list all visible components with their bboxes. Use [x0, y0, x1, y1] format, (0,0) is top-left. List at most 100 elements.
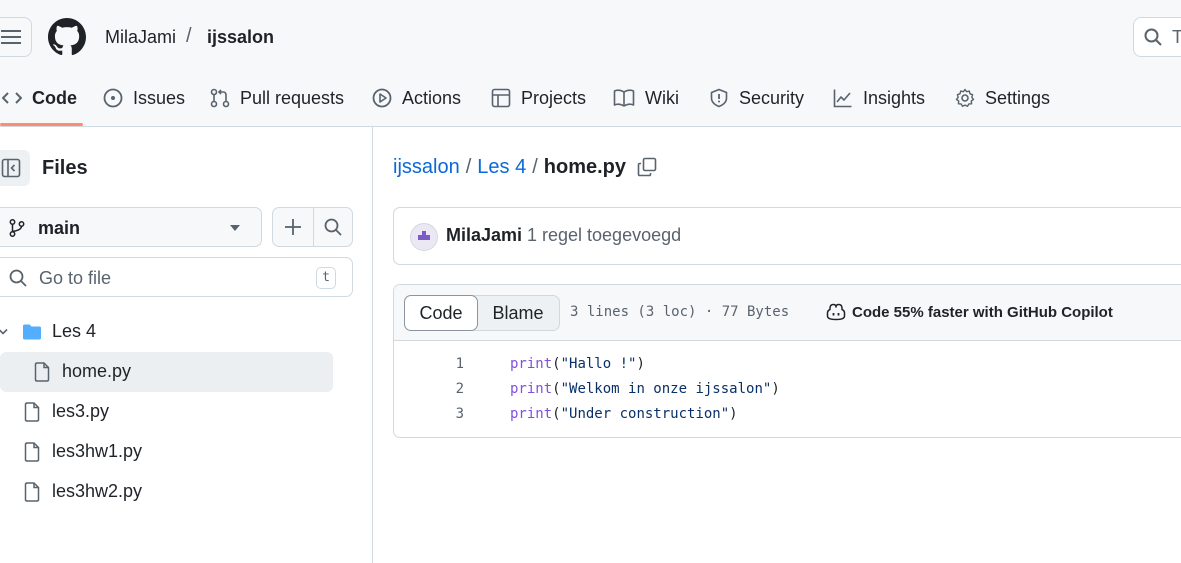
- copilot-promo-link[interactable]: Code 55% faster with GitHub Copilot: [826, 303, 1113, 321]
- tree-file-home-py[interactable]: home.py: [0, 352, 333, 392]
- files-title: Files: [42, 157, 88, 179]
- branch-name: main: [38, 218, 81, 238]
- file-header: Code Blame 3 lines (3 loc) · 77 Bytes Co…: [394, 285, 1181, 341]
- avatar[interactable]: [410, 223, 438, 251]
- file-icon: [24, 402, 40, 422]
- repo-header: MilaJami / ijssalon T Code Issues Pull r…: [0, 0, 1181, 127]
- repo-name-link[interactable]: ijssalon: [207, 27, 274, 48]
- blame-view-button[interactable]: Blame: [477, 296, 559, 330]
- tab-security-label: Security: [739, 87, 805, 108]
- tab-projects[interactable]: Projects: [491, 78, 586, 118]
- search-icon: [1144, 28, 1162, 46]
- tab-code[interactable]: Code: [2, 78, 77, 118]
- search-input[interactable]: T: [1133, 17, 1181, 57]
- line-number[interactable]: 1: [394, 356, 464, 372]
- code-paren: (: [552, 381, 561, 397]
- avatar-identicon-icon: [418, 231, 430, 240]
- line-number[interactable]: 2: [394, 381, 464, 397]
- tab-wiki[interactable]: Wiki: [613, 78, 679, 118]
- play-icon: [372, 88, 392, 108]
- tab-insights[interactable]: Insights: [833, 78, 925, 118]
- copy-path-button[interactable]: [637, 157, 657, 177]
- breadcrumb: ijssalon / Les 4 / home.py: [393, 156, 626, 179]
- menu-button[interactable]: [0, 17, 32, 57]
- tab-code-label: Code: [32, 87, 77, 108]
- code-paren: (: [552, 356, 561, 372]
- hamburger-icon: [1, 30, 21, 44]
- tree-file-les3hw1-py[interactable]: les3hw1.py: [0, 432, 333, 472]
- repo-owner-link[interactable]: MilaJami: [105, 27, 176, 48]
- copy-icon: [637, 157, 657, 177]
- go-to-file-input[interactable]: Go to file t: [0, 257, 353, 297]
- tree-file-les3-py[interactable]: les3.py: [0, 392, 333, 432]
- book-icon: [613, 89, 635, 107]
- tree-item-label: les3hw2.py: [52, 481, 143, 501]
- file-meta: 3 lines (3 loc) · 77 Bytes: [570, 304, 790, 320]
- code-line: 2 print("Welkom in onze ijssalon"): [394, 378, 1181, 403]
- gear-icon: [955, 88, 975, 107]
- code-paren: ): [729, 406, 738, 422]
- tab-issues-label: Issues: [133, 87, 186, 108]
- branch-selector[interactable]: main: [0, 207, 262, 247]
- table-icon: [491, 88, 511, 108]
- search-files-button[interactable]: [314, 208, 352, 246]
- sidebar-divider[interactable]: [372, 127, 373, 563]
- tree-file-les3hw2-py[interactable]: les3hw2.py: [0, 472, 333, 512]
- copilot-promo-text: Code 55% faster with GitHub Copilot: [852, 303, 1113, 321]
- code-function: print: [510, 381, 553, 397]
- chevron-down-icon: [0, 328, 8, 335]
- line-number[interactable]: 3: [394, 406, 464, 422]
- file-icon: [24, 482, 40, 502]
- tab-actions-label: Actions: [402, 87, 462, 108]
- code-icon: [2, 92, 22, 104]
- tree-item-label: les3hw1.py: [52, 441, 143, 461]
- shield-icon: [710, 88, 728, 108]
- breadcrumb-repo-link[interactable]: ijssalon: [393, 156, 460, 179]
- pull-request-icon: [210, 88, 230, 108]
- code-listing: 1 print("Hallo !") 2 print("Welkom in on…: [394, 353, 1181, 428]
- tab-settings[interactable]: Settings: [955, 78, 1050, 118]
- code-function: print: [510, 406, 553, 422]
- tree-item-label: home.py: [62, 361, 132, 381]
- search-placeholder: T: [1172, 27, 1181, 47]
- tab-projects-label: Projects: [521, 87, 587, 108]
- search-icon: [9, 269, 27, 287]
- line-content: print("Under construction"): [510, 406, 738, 422]
- code-function: print: [510, 356, 553, 372]
- code-line: 3 print("Under construction"): [394, 403, 1181, 428]
- tab-wiki-label: Wiki: [645, 87, 679, 108]
- folder-icon: [23, 324, 41, 340]
- code-paren: ): [636, 356, 645, 372]
- code-view-label: Code: [419, 302, 463, 323]
- add-file-button[interactable]: [273, 208, 313, 246]
- line-content: print("Welkom in onze ijssalon"): [510, 381, 780, 397]
- git-branch-icon: [9, 219, 25, 237]
- collapse-file-tree-button[interactable]: [0, 150, 30, 186]
- tree-folder-les4[interactable]: Les 4: [0, 312, 333, 352]
- tab-insights-label: Insights: [863, 87, 926, 108]
- go-to-file-placeholder: Go to file: [39, 268, 112, 288]
- tab-security[interactable]: Security: [709, 78, 804, 118]
- file-viewer: Code Blame 3 lines (3 loc) · 77 Bytes Co…: [393, 284, 1181, 438]
- tab-issues[interactable]: Issues: [103, 78, 185, 118]
- copilot-icon: [826, 303, 846, 321]
- tab-pull-requests[interactable]: Pull requests: [210, 78, 344, 118]
- code-string: "Welkom in onze ijssalon": [560, 381, 772, 397]
- github-logo-icon[interactable]: [48, 18, 86, 56]
- tree-item-label: Les 4: [52, 321, 97, 341]
- breadcrumb-folder-link[interactable]: Les 4: [477, 156, 526, 179]
- code-view-button[interactable]: Code: [404, 295, 478, 331]
- code-string: "Under construction": [560, 406, 730, 422]
- commit-author[interactable]: MilaJami: [446, 225, 522, 246]
- tab-actions[interactable]: Actions: [372, 78, 461, 118]
- commit-message[interactable]: 1 regel toegevoegd: [527, 225, 681, 246]
- breadcrumb-separator: /: [532, 156, 538, 178]
- file-icon: [24, 442, 40, 462]
- code-paren: (: [552, 406, 561, 422]
- code-paren: ): [771, 381, 780, 397]
- latest-commit-box: MilaJami 1 regel toegevoegd: [393, 207, 1181, 265]
- graph-icon: [833, 89, 852, 108]
- view-mode-toggle: Code Blame: [404, 295, 560, 331]
- plus-icon: [285, 219, 301, 235]
- tree-item-label: les3.py: [52, 401, 110, 421]
